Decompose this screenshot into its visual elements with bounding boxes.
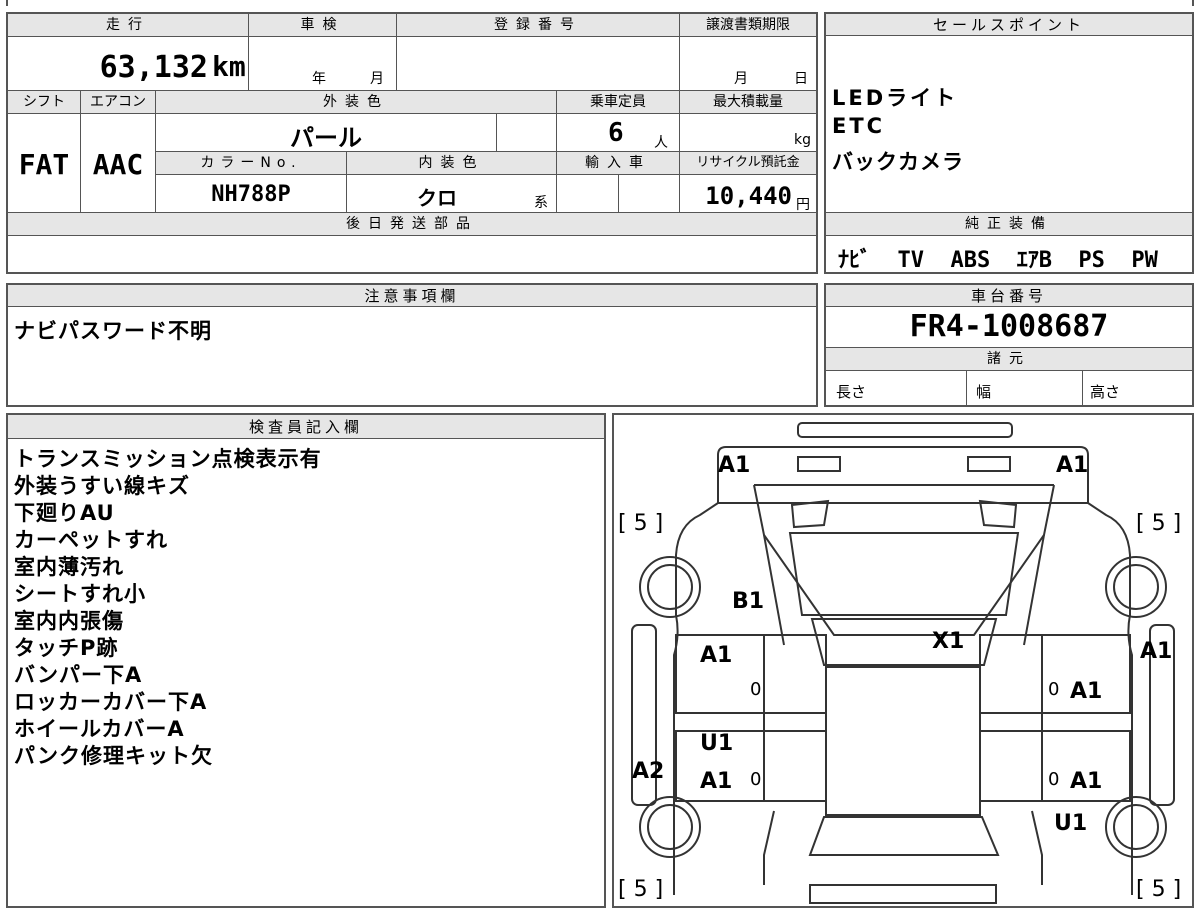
month-unit: 月 xyxy=(370,71,384,87)
notes-box: 注意事項欄 ナビパスワード不明 xyxy=(6,283,818,407)
mark-right-zero-1: 0 xyxy=(1048,679,1060,700)
exterior-color-value: パール xyxy=(290,124,362,152)
inspector-line: 室内内張傷 xyxy=(14,609,124,633)
interior-color-label: 内装色 xyxy=(347,152,556,174)
inspector-line: ロッカーカバー下A xyxy=(14,690,208,714)
inspector-line: 外装うすい線キズ xyxy=(14,474,190,498)
mark-right-fender: A1 xyxy=(1140,639,1173,664)
deadline-month: 月 xyxy=(734,71,748,87)
spec-length: 長さ xyxy=(836,383,867,401)
inspection-label: 車検 xyxy=(249,14,396,36)
mileage-label: 走行 xyxy=(8,14,248,36)
chassis-label: 車台番号 xyxy=(826,285,1192,307)
sales-points-label: セールスポイント xyxy=(826,14,1192,36)
inspector-box: 検査員記入欄 トランスミッション点検表示有 外装うすい線キズ 下廻りAU カーペ… xyxy=(6,413,606,908)
inspector-line: 室内薄汚れ xyxy=(14,555,124,579)
inspector-line: シートすれ小 xyxy=(14,582,146,606)
mark-left-zero-1: 0 xyxy=(750,679,762,700)
import-label: 輸入車 xyxy=(557,152,679,174)
mark-bracket-bl: [ 5 ] xyxy=(618,877,664,902)
mark-right-zero-2: 0 xyxy=(1048,769,1060,790)
max-load-label: 最大積載量 xyxy=(680,91,816,113)
sales-points-box: セールスポイント LEDライト ETC バックカメラ 純正装備 ﾅﾋﾞ TV A… xyxy=(824,12,1194,274)
mark-left-zero-2: 0 xyxy=(750,769,762,790)
sales-point-item: ETC xyxy=(832,114,886,138)
capacity-label: 乗車定員 xyxy=(557,91,679,113)
mark-bracket-tl: [ 5 ] xyxy=(618,511,664,536)
inspector-line: トランスミッション点検表示有 xyxy=(14,447,322,471)
spec-width: 幅 xyxy=(976,383,992,401)
mark-right-front-door: A1 xyxy=(1070,679,1103,704)
color-no-value: NH788P xyxy=(211,182,291,207)
shift-value: FAT xyxy=(18,148,70,181)
capacity-value: 6 xyxy=(608,118,624,148)
chassis-value: FR4-1008687 xyxy=(909,309,1109,344)
specs-label: 諸元 xyxy=(826,348,1192,370)
inspector-line: 下廻りAU xyxy=(14,501,115,525)
deadline-day: 日 xyxy=(794,71,808,87)
aircon-value: AAC xyxy=(92,148,144,181)
interior-color-suffix: 系 xyxy=(534,195,548,211)
transfer-deadline-label: 譲渡書類期限 xyxy=(680,14,816,36)
genuine-equipment-label: 純正装備 xyxy=(826,213,1192,235)
load-unit: kg xyxy=(794,132,811,148)
inspector-line: タッチP跡 xyxy=(14,636,119,660)
mark-bracket-br: [ 5 ] xyxy=(1136,877,1182,902)
notes-value: ナビパスワード不明 xyxy=(14,319,212,343)
mark-left-rocker: A2 xyxy=(632,759,665,784)
mark-right-rear-door: A1 xyxy=(1070,769,1103,794)
registration-label: 登録番号 xyxy=(397,14,679,36)
genuine-equipment-value: ﾅﾋﾞ TV ABS ｴｱB PS PW xyxy=(838,248,1158,273)
chassis-box: 車台番号 FR4-1008687 諸元 長さ 幅 高さ xyxy=(824,283,1194,407)
car-diagram-box: A1 A1 [ 5 ] [ 5 ] [ 5 ] [ 5 ] B1 X1 A1 A… xyxy=(612,413,1194,908)
mark-right-rear-u: U1 xyxy=(1054,811,1088,836)
mark-left-rear-door: A1 xyxy=(700,769,733,794)
mark-left-fender: A1 xyxy=(700,643,733,668)
vehicle-info-table: 走行 車検 登録番号 譲渡書類期限 63,132 km 年 月 月 日 シフト … xyxy=(6,12,818,274)
inspector-line: ホイールカバーA xyxy=(14,717,185,741)
color-no-label: カラーNo. xyxy=(156,152,346,174)
sales-point-item: LEDライト xyxy=(832,86,959,110)
mark-bonnet: B1 xyxy=(732,589,765,614)
mark-roof: X1 xyxy=(932,629,965,654)
mark-left-rear-u: U1 xyxy=(700,731,734,756)
inspector-line: パンク修理キット欠 xyxy=(14,744,214,768)
mileage-value: 63,132 xyxy=(99,50,208,85)
notes-label: 注意事項欄 xyxy=(8,285,816,307)
spec-height: 高さ xyxy=(1090,383,1121,401)
top-cropped-strip xyxy=(6,0,1194,6)
mark-front-left: A1 xyxy=(718,453,751,478)
interior-color-value: クロ xyxy=(417,186,457,210)
aircon-label: エアコン xyxy=(81,91,155,113)
exterior-color-label: 外装色 xyxy=(156,91,556,113)
inspector-line: バンパー下A xyxy=(14,663,143,687)
capacity-unit: 人 xyxy=(654,135,668,151)
recycle-value: 10,440 xyxy=(705,182,792,210)
recycle-unit: 円 xyxy=(796,197,810,213)
sales-point-item: バックカメラ xyxy=(832,150,964,174)
inspector-line: カーペットすれ xyxy=(14,528,168,552)
mark-front-right: A1 xyxy=(1056,453,1089,478)
mark-bracket-tr: [ 5 ] xyxy=(1136,511,1182,536)
year-unit: 年 xyxy=(312,71,326,87)
inspector-label: 検査員記入欄 xyxy=(8,415,604,439)
shift-label: シフト xyxy=(8,91,80,113)
later-parts-label: 後日発送部品 xyxy=(8,213,816,235)
mileage-unit: km xyxy=(212,50,246,83)
recycle-label: リサイクル預託金 xyxy=(680,152,816,174)
